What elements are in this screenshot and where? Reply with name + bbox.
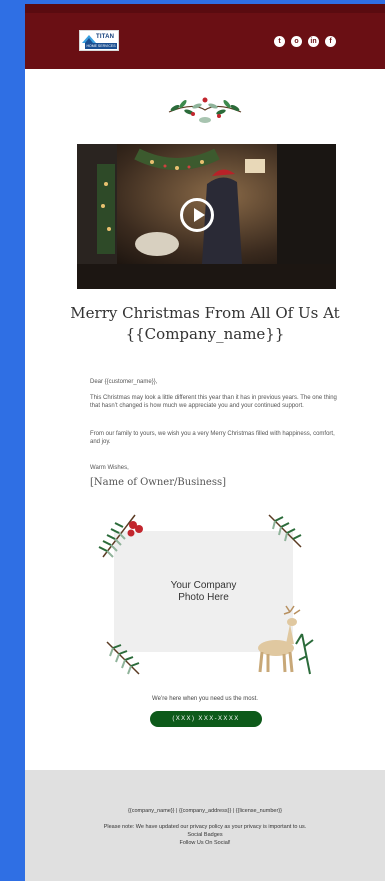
pine-branch-icon — [98, 514, 143, 558]
footer-address: {{company_name}} | {{company_address}} |… — [128, 808, 282, 814]
email-header: TITAN HOME SERVICES t o in f — [25, 4, 385, 69]
company-logo[interactable]: TITAN HOME SERVICES — [79, 30, 119, 51]
headline-line2: {{Company_name}} — [125, 325, 285, 343]
page-title: Merry Christmas From All Of Us At {{Comp… — [65, 303, 345, 345]
signature: [Name of Owner/Business] — [90, 477, 227, 488]
linkedin-icon[interactable]: in — [308, 36, 319, 47]
photo-placeholder-text: Your Company Photo Here — [170, 580, 237, 603]
follow-us: Follow Us On Social! — [179, 840, 231, 846]
play-button[interactable] — [180, 198, 214, 232]
facebook-icon[interactable]: f — [325, 36, 336, 47]
email-footer: {{company_name}} | {{company_address}} |… — [25, 770, 385, 881]
logo-sub-text: HOME SERVICES — [85, 43, 117, 49]
email-card: TITAN HOME SERVICES t o in f Merry Chris… — [25, 4, 385, 881]
holly-ornament-icon — [168, 97, 242, 123]
reindeer-icon — [258, 605, 314, 675]
logo-brand-text: TITAN — [96, 34, 115, 40]
call-phone-button[interactable]: (XXX) XXX-XXXX — [150, 711, 262, 727]
social-badges: Social Badges — [187, 832, 223, 838]
greeting: Dear {{customer_name}}, — [90, 379, 158, 385]
pine-branch-icon — [106, 641, 140, 675]
closing: Warm Wishes, — [90, 465, 129, 471]
twitter-icon[interactable]: t — [274, 36, 285, 47]
headline-line1: Merry Christmas From All Of Us At — [70, 304, 340, 322]
letter-paragraph-2: From our family to yours, we wish you a … — [90, 431, 335, 445]
pine-branch-icon — [268, 514, 302, 548]
tagline: We’re here when you need us the most. — [152, 696, 258, 702]
house-logo-icon — [82, 35, 96, 43]
privacy-notice[interactable]: Please note: We have updated our privacy… — [25, 824, 385, 830]
social-links: t o in f — [274, 36, 336, 47]
letter-paragraph-1: This Christmas may look a little differe… — [90, 395, 337, 409]
instagram-icon[interactable]: o — [291, 36, 302, 47]
